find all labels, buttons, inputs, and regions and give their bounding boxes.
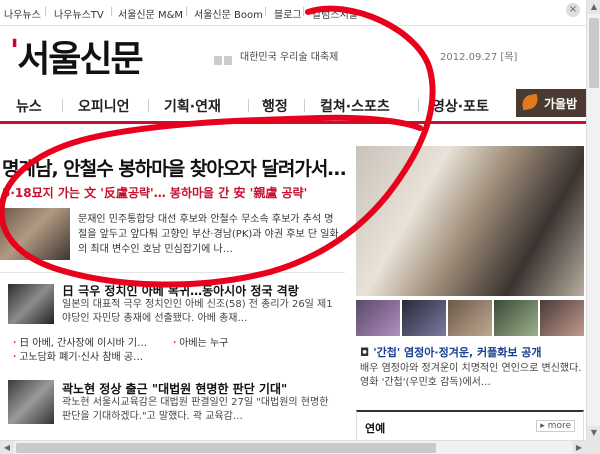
topbar-link-nownews[interactable]: 나우뉴스 xyxy=(4,6,41,21)
bullet-mark: ㆍ xyxy=(10,352,20,363)
scroll-right-icon[interactable]: ▶ xyxy=(572,441,586,454)
lead-headline[interactable]: 명계남, 안철수 봉하마을 찾아오자 달려가서… xyxy=(2,154,346,181)
season-label: 가을밤 xyxy=(544,97,578,111)
entertainment-box: 연예 ▸ more xyxy=(356,410,584,444)
nav-divider xyxy=(148,99,149,112)
scroll-up-icon[interactable]: ▲ xyxy=(587,0,600,14)
season-banner[interactable]: 가을밤 xyxy=(516,89,586,117)
photo-thumbnail[interactable] xyxy=(402,300,446,336)
lead-subhead[interactable]: 5·18묘지 가는 文 '反盧공략'… 봉하마을 간 安 '親盧 공략' xyxy=(2,184,307,201)
separator: | xyxy=(110,6,114,17)
ticker-next-icon[interactable] xyxy=(224,56,232,65)
lead-thumbnail[interactable] xyxy=(0,208,70,260)
camera-icon: ◘ xyxy=(360,346,370,359)
vertical-scroll-thumb[interactable] xyxy=(589,18,599,88)
more-label: more xyxy=(547,421,571,431)
scrollbar-corner xyxy=(586,440,600,454)
nav-item-news[interactable]: 뉴스 xyxy=(16,96,42,116)
photo-thumbnail[interactable] xyxy=(448,300,492,336)
story-related-link[interactable]: ㆍ고노담화 폐기·신사 참배 공… xyxy=(10,348,143,363)
feature-caption-text: '간첩' 염정아·정겨운, 커플화보 공개 xyxy=(373,346,542,359)
story-thumbnail[interactable] xyxy=(8,380,54,424)
nav-item-opinion[interactable]: 오피니언 xyxy=(78,96,130,116)
photo-thumbnail[interactable] xyxy=(356,300,400,336)
nav-divider xyxy=(248,99,249,112)
current-date: 2012.09.27 [목] xyxy=(440,52,518,63)
close-icon[interactable]: × xyxy=(566,3,580,17)
logo-text: 서울신문 xyxy=(17,39,143,80)
ticker-headline[interactable]: 대한민국 우리술 대축제 xyxy=(240,48,338,63)
top-utility-bar: 나우뉴스 | 나우뉴스TV | 서울신문 M&M | 서울신문 Boom | 블… xyxy=(0,0,586,26)
separator: | xyxy=(264,6,268,17)
lead-summary[interactable]: 문재인 민주통합당 대선 후보와 안철수 무소속 후보가 추석 명절을 앞두고 … xyxy=(78,212,340,257)
horizontal-scrollbar[interactable]: ◀ ▶ xyxy=(0,440,586,454)
story-title[interactable]: 日 극우 정치인 아베 복귀…동아시아 정국 격랑 xyxy=(62,282,299,299)
story-related-link[interactable]: ㆍ아베는 누구 xyxy=(170,334,228,349)
more-button[interactable]: ▸ more xyxy=(536,420,575,432)
ticker-prev-icon[interactable] xyxy=(214,56,222,65)
topbar-link-blog[interactable]: 블로그 xyxy=(274,6,302,21)
bullet-mark: ㆍ xyxy=(170,338,180,349)
feature-caption[interactable]: ◘ '간첩' 염정아·정겨운, 커플화보 공개 xyxy=(360,344,542,360)
nav-item-culture-sports[interactable]: 컬쳐·스포츠 xyxy=(320,96,390,116)
nav-divider xyxy=(418,99,419,112)
story-body[interactable]: 곽노현 서울시교육감은 대법원 판결일인 27일 "대법원의 현명한 판단을 기… xyxy=(62,396,340,424)
logo-mark: ' xyxy=(10,34,19,69)
scroll-left-icon[interactable]: ◀ xyxy=(0,441,14,454)
related-link-text: 고노담화 폐기·신사 참배 공… xyxy=(19,352,144,363)
story-related-link[interactable]: ㆍ日 아베, 간사장에 이시바 기… xyxy=(10,334,147,349)
main-navigation: 뉴스 오피니언 기획·연재 행정 컬쳐·스포츠 영상·포토 xyxy=(0,88,586,124)
nav-divider xyxy=(62,99,63,112)
topbar-link-mm[interactable]: 서울신문 M&M xyxy=(118,6,183,21)
photo-thumbnail[interactable] xyxy=(540,300,584,336)
separator: | xyxy=(185,6,189,17)
entertainment-title[interactable]: 연예 xyxy=(365,420,385,436)
separator: | xyxy=(302,6,306,17)
nav-underline xyxy=(0,121,586,124)
story-thumbnail[interactable] xyxy=(8,284,54,324)
nav-item-admin[interactable]: 행정 xyxy=(262,96,288,116)
feature-body[interactable]: 배우 염정아와 정겨운이 치명적인 연인으로 변신했다. 영화 '간첩'(우민호… xyxy=(360,362,582,390)
vertical-scrollbar[interactable]: ▲ ▼ xyxy=(586,0,600,440)
scroll-down-icon[interactable]: ▼ xyxy=(587,426,600,440)
feature-photo[interactable] xyxy=(356,146,584,296)
story-title[interactable]: 곽노현 정상 출근 "대법원 현명한 판단 기대" xyxy=(62,380,287,397)
ticker-nav xyxy=(214,50,234,69)
related-link-text: 아베는 누구 xyxy=(179,338,229,349)
topbar-link-column[interactable]: 칼럼스서울 xyxy=(312,6,358,21)
separator: | xyxy=(44,6,48,17)
photo-thumbnail[interactable] xyxy=(494,300,538,336)
horizontal-scroll-thumb[interactable] xyxy=(16,443,436,453)
nav-divider xyxy=(304,99,305,112)
nav-item-planning[interactable]: 기획·연재 xyxy=(164,96,221,116)
topbar-link-boom[interactable]: 서울신문 Boom xyxy=(194,6,263,21)
site-logo[interactable]: '서울신문 xyxy=(10,30,144,82)
story-body[interactable]: 일본의 대표적 극우 정치인인 아베 신조(58) 전 총리가 26일 제1야당… xyxy=(62,298,340,326)
section-divider xyxy=(0,272,345,273)
leaf-icon xyxy=(520,93,540,111)
topbar-link-nownews-tv[interactable]: 나우뉴스TV xyxy=(54,6,104,21)
nav-item-video-photo[interactable]: 영상·포토 xyxy=(432,96,489,116)
